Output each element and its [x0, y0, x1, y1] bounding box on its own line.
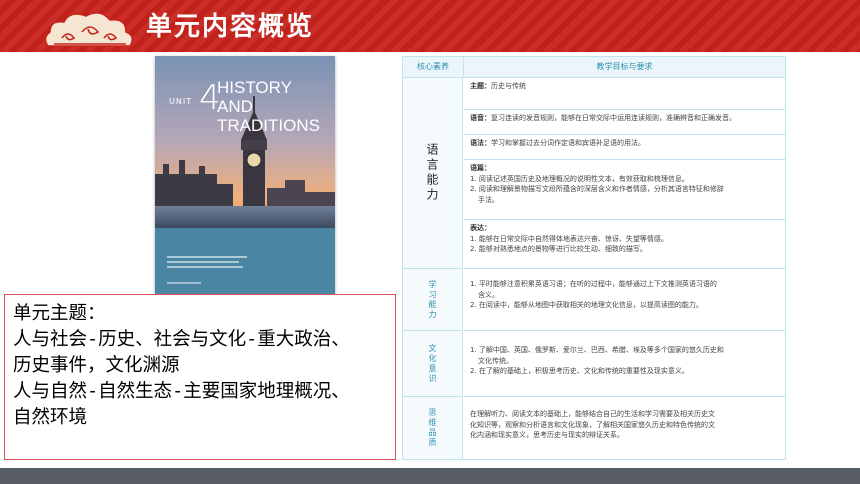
theme-line: 自然环境 [13, 407, 88, 428]
page-title: 单元内容概览 [146, 12, 315, 42]
table-header: 核心素养 教学目标与要求 [403, 57, 785, 78]
bottom-bar [0, 468, 860, 484]
theme-line: 人与社会-历史、社会与文化-重大政治、 [13, 329, 350, 350]
row-learning: 1. 平时能够注意积累英语习语；在听的过程中，能够通过上下文推测英语习语的 含义… [464, 269, 785, 331]
row-theme: 主题：历史与传统 [464, 78, 785, 110]
row-phonetics: 语音：复习连读的发音规则，能够在日常交际中运用连读规则，准确辨音和正确发音。 [464, 110, 785, 135]
textbook-cover: UNIT 4 HISTORY AND TRADITIONS [155, 56, 335, 294]
category-thinking: 思维品质 [403, 397, 463, 459]
row-culture: 1. 了解中国、英国、俄罗斯、爱尔兰、巴西、希腊、埃及等多个国家的悠久历史和 文… [464, 331, 785, 397]
unit-label: UNIT [169, 97, 193, 106]
category-learning: 学习能力 [403, 269, 463, 331]
row-thinking: 在理解听力、阅读文本的基础上，能够结合自己的生活和学习需要及相关历史文 化知识等… [470, 410, 715, 439]
row-discourse: 语篇： 1. 阅读记述英国历史及地理概况的说明性文本，有效获取和梳理信息。 2.… [464, 160, 785, 220]
theme-line: 人与自然-自然生态-主要国家地理概况、 [13, 381, 350, 402]
objectives-table: 核心素养 教学目标与要求 语言能力 主题：历史与传统 语音：复习连读的发音规则，… [402, 56, 786, 460]
auspicious-cloud-icon [44, 12, 133, 47]
header-objectives: 教学目标与要求 [596, 62, 653, 71]
header-core-literacy: 核心素养 [403, 57, 464, 77]
header-banner: 单元内容概览 [0, 0, 860, 52]
unit-title: HISTORY AND TRADITIONS [217, 78, 320, 135]
theme-line: 历史事件，文化渊源 [13, 355, 180, 376]
category-culture: 文化意识 [403, 331, 463, 397]
theme-line: 单元主题： [13, 303, 106, 324]
row-expression: 表达： 1. 能够在日常交际中自然得体地表达兴奋、惊讶、失望等情感。 2. 能够… [464, 220, 785, 269]
category-language: 语言能力 [403, 78, 463, 269]
unit-theme-box: 单元主题： 人与社会-历史、社会与文化-重大政治、 历史事件，文化渊源 人与自然… [4, 294, 396, 460]
row-grammar: 语法：学习和掌握过去分词作定语和宾语补足语的用法。 [464, 135, 785, 160]
